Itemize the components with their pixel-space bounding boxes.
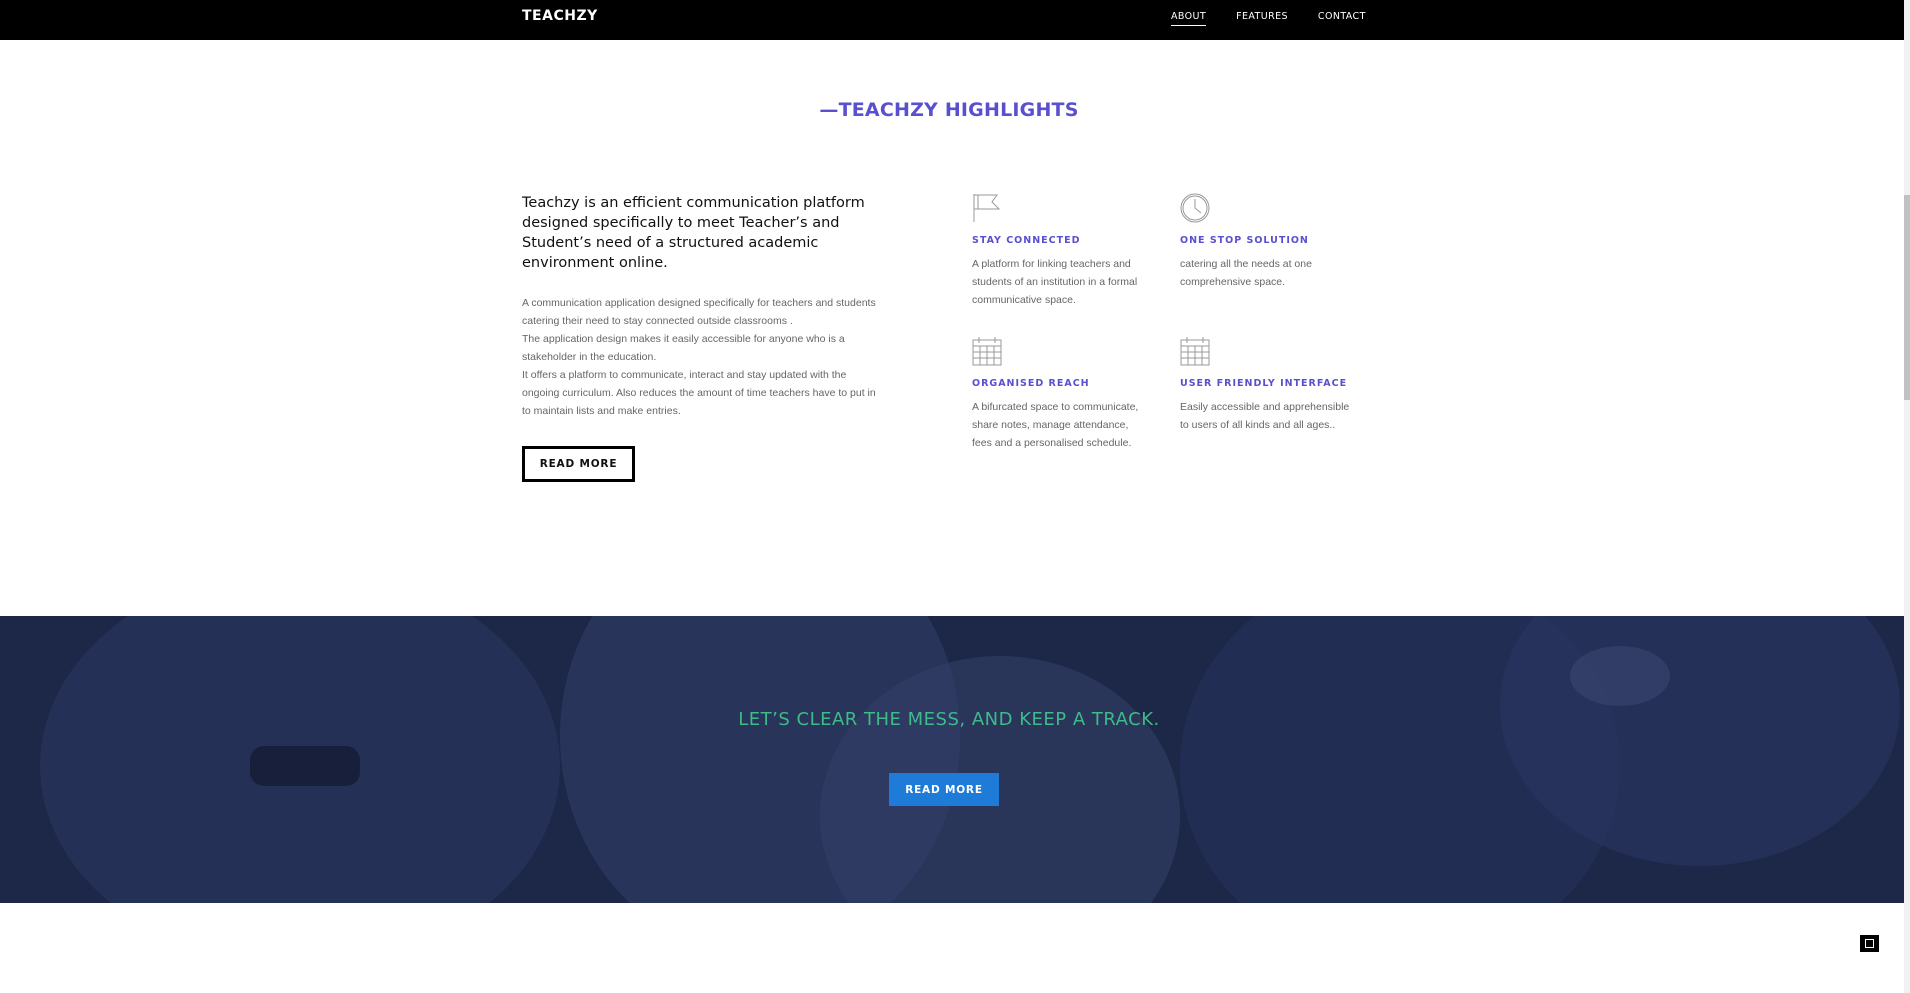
banner-headline: LET’S CLEAR THE MESS, AND KEEP A TRACK. (738, 709, 1160, 730)
nav-link-about[interactable]: ABOUT (1171, 11, 1207, 26)
page-scrollbar[interactable] (1904, 0, 1910, 993)
clock-icon (1180, 193, 1210, 223)
brand-logo[interactable]: TEACHZY (522, 8, 598, 24)
calendar-icon (972, 337, 1002, 366)
banner-background-image (0, 616, 1904, 903)
feature-title: USER FRIENDLY INTERFACE (1180, 378, 1348, 389)
cta-banner: LET’S CLEAR THE MESS, AND KEEP A TRACK. … (0, 616, 1904, 903)
nav-links: ABOUT FEATURES CONTACT (1171, 11, 1396, 26)
feature-organised-reach: ORGANISED REACH A bifurcated space to co… (972, 336, 1142, 452)
feature-title: STAY CONNECTED (972, 235, 1081, 246)
about-paragraph: A communication application designed spe… (522, 297, 876, 327)
section-title: —TEACHZY HIGHLIGHTS (819, 99, 1079, 121)
calendar-icon (1180, 337, 1210, 366)
about-body-text: A communication application designed spe… (522, 294, 882, 420)
feature-stay-connected: STAY CONNECTED A platform for linking te… (972, 193, 1142, 309)
feature-title: ONE STOP SOLUTION (1180, 235, 1309, 246)
feature-description: A bifurcated space to communicate, share… (972, 401, 1139, 449)
read-more-button[interactable]: READ MORE (522, 446, 635, 482)
feature-description: A platform for linking teachers and stud… (972, 258, 1138, 306)
feature-title: ORGANISED REACH (972, 378, 1090, 389)
expand-icon[interactable] (1860, 935, 1879, 952)
feature-description: Easily accessible and apprehensible to u… (1180, 401, 1350, 431)
about-paragraph: It offers a platform to communicate, int… (522, 369, 876, 417)
banner-read-more-button[interactable]: READ MORE (889, 773, 999, 806)
about-paragraph: The application design makes it easily a… (522, 333, 845, 363)
feature-one-stop-solution: ONE STOP SOLUTION catering all the needs… (1180, 193, 1350, 291)
feature-user-friendly-interface: USER FRIENDLY INTERFACE Easily accessibl… (1180, 336, 1350, 434)
lead-paragraph: Teachzy is an efficient communication pl… (522, 195, 865, 271)
flag-icon (973, 194, 1001, 222)
feature-description: catering all the needs at one comprehens… (1180, 258, 1312, 288)
scrollbar-thumb[interactable] (1904, 195, 1910, 400)
top-navbar: TEACHZY ABOUT FEATURES CONTACT (0, 0, 1904, 40)
nav-link-contact[interactable]: CONTACT (1318, 11, 1366, 26)
nav-link-features[interactable]: FEATURES (1236, 11, 1288, 26)
